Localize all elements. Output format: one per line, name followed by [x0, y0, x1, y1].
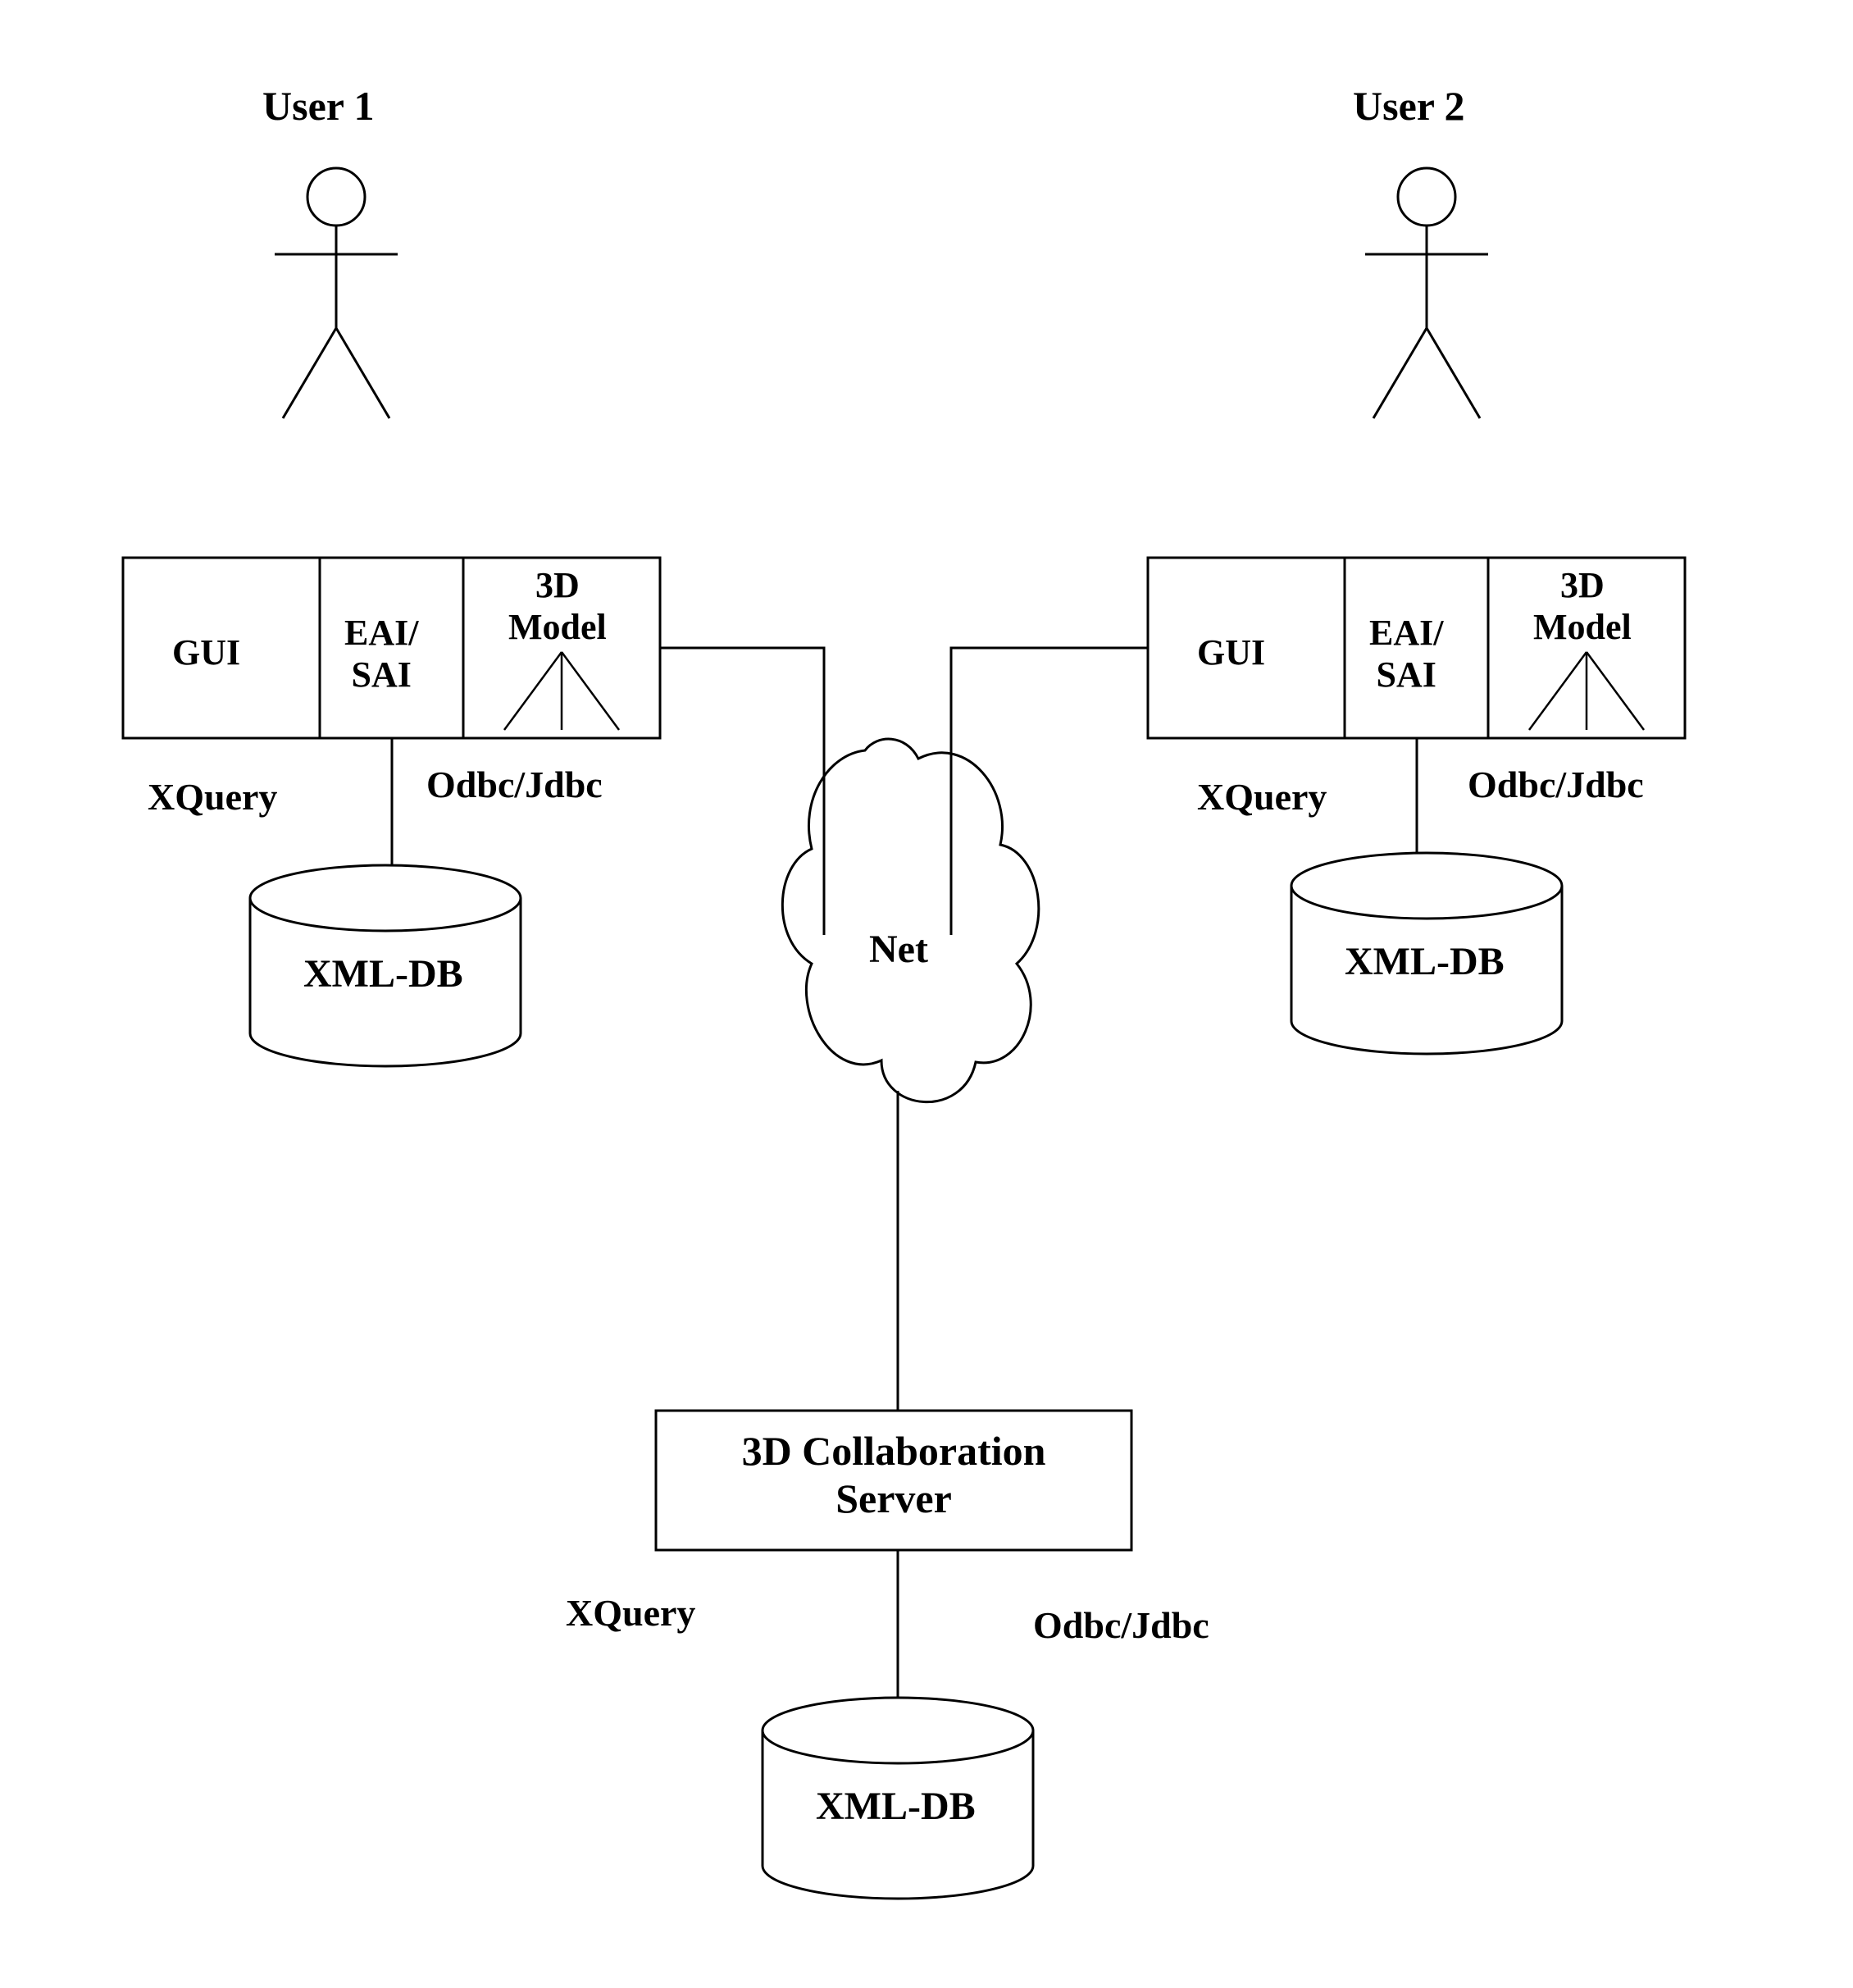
client2-3dmodel-label: 3D Model [1533, 564, 1632, 648]
client1-db-label: XML-DB [303, 951, 463, 996]
client1-xquery-label: XQuery [148, 775, 277, 818]
server-label: 3D Collaboration Server [722, 1427, 1066, 1522]
server-xquery-label: XQuery [566, 1591, 695, 1635]
user1-label: User 1 [262, 82, 375, 130]
server-odbc-label: Odbc/Jdbc [1033, 1603, 1209, 1647]
client1-3dmodel-label: 3D Model [508, 564, 607, 648]
client2-gui-label: GUI [1197, 632, 1265, 673]
net-cloud [782, 739, 1038, 1102]
client2-eaisai-label: EAI/ SAI [1369, 612, 1443, 695]
server-db-label: XML-DB [816, 1784, 976, 1829]
client2-db-label: XML-DB [1345, 939, 1505, 984]
net-label: Net [869, 927, 928, 972]
user2-label: User 2 [1353, 82, 1465, 130]
client1-eaisai-label: EAI/ SAI [344, 612, 418, 695]
client2-xquery-label: XQuery [1197, 775, 1327, 818]
client2-odbc-label: Odbc/Jdbc [1468, 763, 1644, 806]
client1-gui-label: GUI [172, 632, 240, 673]
client1-odbc-label: Odbc/Jdbc [426, 763, 603, 806]
user1-actor [275, 168, 398, 418]
user2-actor [1365, 168, 1488, 418]
